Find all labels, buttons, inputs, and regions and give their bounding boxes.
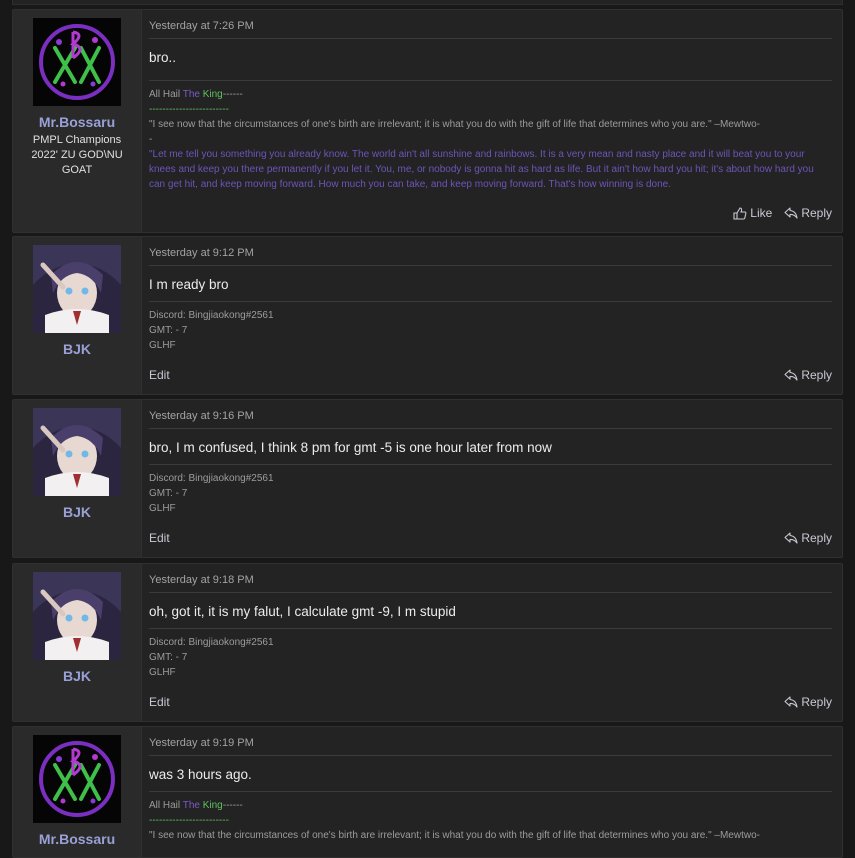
post-message: bro.. (149, 50, 177, 65)
post-main: Yesterday at 9:12 PM I m ready bro Disco… (149, 237, 832, 394)
post-message: oh, got it, it is my falut, I calculate … (149, 604, 456, 619)
sig-dashes-2: ------------------------ (149, 815, 229, 826)
post-user-panel: BJK (13, 564, 142, 721)
edit-button[interactable]: Edit (149, 695, 170, 709)
avatar-mr-bossaru[interactable] (33, 735, 121, 823)
post-actions: Edit Reply (149, 368, 832, 384)
reply-button[interactable]: Reply (784, 368, 832, 382)
thumbs-up-icon (733, 206, 747, 220)
user-title: PMPL Champions 2022' ZU GOD\NU GOAT (31, 134, 123, 176)
signature: All Hail The King------ ----------------… (149, 791, 832, 843)
like-button[interactable]: Like (733, 206, 772, 220)
sig-all-hail: All Hail (149, 800, 183, 811)
reply-label: Reply (801, 368, 832, 382)
sig-all-hail-line: All Hail The King------ (149, 798, 832, 813)
sig-gmt: GMT: - 7 (149, 325, 188, 336)
avatar-bjk[interactable] (33, 408, 121, 496)
sig-discord: Discord: Bingjiaokong#2561 (149, 473, 274, 484)
sig-glhf: GLHF (149, 340, 176, 351)
post-date[interactable]: Yesterday at 7:26 PM (149, 20, 832, 39)
previous-post-bottom-edge (12, 0, 843, 5)
post-main: Yesterday at 7:26 PM bro.. All Hail The … (149, 10, 832, 232)
post-5: Mr.Bossaru Yesterday at 9:19 PM was 3 ho… (12, 726, 843, 858)
post-date[interactable]: Yesterday at 9:18 PM (149, 574, 832, 593)
post-user-panel: Mr.Bossaru (13, 727, 142, 857)
username[interactable]: Mr.Bossaru (13, 831, 141, 847)
post-date[interactable]: Yesterday at 9:12 PM (149, 247, 832, 266)
sig-gmt: GMT: - 7 (149, 652, 188, 663)
username[interactable]: Mr.Bossaru (13, 114, 141, 130)
sig-discord: Discord: Bingjiaokong#2561 (149, 310, 274, 321)
reply-arrow-icon (784, 532, 798, 544)
post-date[interactable]: Yesterday at 9:16 PM (149, 410, 832, 429)
like-label: Like (750, 206, 773, 220)
post-2: BJK Yesterday at 9:12 PM I m ready bro D… (12, 236, 843, 395)
edit-button[interactable]: Edit (149, 368, 170, 382)
post-main: Yesterday at 9:18 PM oh, got it, it is m… (149, 564, 832, 721)
post-user-panel: BJK (13, 237, 142, 394)
username[interactable]: BJK (13, 341, 141, 357)
reply-label: Reply (801, 206, 832, 220)
post-message: bro, I m confused, I think 8 pm for gmt … (149, 440, 552, 455)
post-4: BJK Yesterday at 9:18 PM oh, got it, it … (12, 563, 843, 722)
post-1: Mr.Bossaru PMPL Champions 2022' ZU GOD\N… (12, 9, 843, 233)
sig-glhf: GLHF (149, 503, 176, 514)
post-3: BJK Yesterday at 9:16 PM bro, I m confus… (12, 399, 843, 558)
reply-arrow-icon (784, 369, 798, 381)
sig-quote-2: "Let me tell you something you already k… (149, 149, 814, 190)
sig-quote-1: "I see now that the circumstances of one… (149, 830, 760, 841)
username[interactable]: BJK (13, 668, 141, 684)
reply-arrow-icon (784, 207, 798, 219)
reply-button[interactable]: Reply (784, 531, 832, 545)
sig-quote-1: "I see now that the circumstances of one… (149, 119, 760, 130)
sig-the: The (182, 800, 200, 811)
signature: All Hail The King------ ----------------… (149, 80, 832, 192)
avatar-bjk[interactable] (33, 245, 121, 333)
sig-dashes-1: ------ (222, 89, 243, 100)
reply-arrow-icon (784, 696, 798, 708)
post-main: Yesterday at 9:19 PM was 3 hours ago. Al… (149, 727, 832, 857)
signature: Discord: Bingjiaokong#2561 GMT: - 7 GLHF (149, 301, 832, 353)
reply-button[interactable]: Reply (784, 695, 832, 709)
sig-dashes-1: ------ (222, 800, 243, 811)
reply-label: Reply (801, 531, 832, 545)
sig-king: King (199, 89, 223, 100)
sig-all-hail: All Hail (149, 89, 183, 100)
sig-discord: Discord: Bingjiaokong#2561 (149, 637, 274, 648)
sig-king: King (199, 800, 223, 811)
edit-button[interactable]: Edit (149, 531, 170, 545)
sig-the: The (182, 89, 200, 100)
sig-glhf: GLHF (149, 667, 176, 678)
signature: Discord: Bingjiaokong#2561 GMT: - 7 GLHF (149, 628, 832, 680)
post-actions: Edit Reply (149, 695, 832, 711)
reply-button[interactable]: Reply (784, 206, 832, 220)
sig-gmt: GMT: - 7 (149, 488, 188, 499)
post-actions: Edit Reply (149, 531, 832, 547)
username[interactable]: BJK (13, 504, 141, 520)
sig-all-hail-line: All Hail The King------ (149, 87, 832, 102)
sig-quote-1-tail: - (149, 134, 153, 145)
avatar-bjk[interactable] (33, 572, 121, 660)
post-user-panel: BJK (13, 400, 142, 557)
signature: Discord: Bingjiaokong#2561 GMT: - 7 GLHF (149, 464, 832, 516)
post-message: was 3 hours ago. (149, 767, 252, 782)
sig-dashes-2: ------------------------ (149, 104, 229, 115)
post-message: I m ready bro (149, 277, 229, 292)
avatar-mr-bossaru[interactable] (33, 18, 121, 106)
post-user-panel: Mr.Bossaru PMPL Champions 2022' ZU GOD\N… (13, 10, 142, 232)
post-actions: Like Reply (149, 206, 832, 222)
post-main: Yesterday at 9:16 PM bro, I m confused, … (149, 400, 832, 557)
post-date[interactable]: Yesterday at 9:19 PM (149, 737, 832, 756)
reply-label: Reply (801, 695, 832, 709)
